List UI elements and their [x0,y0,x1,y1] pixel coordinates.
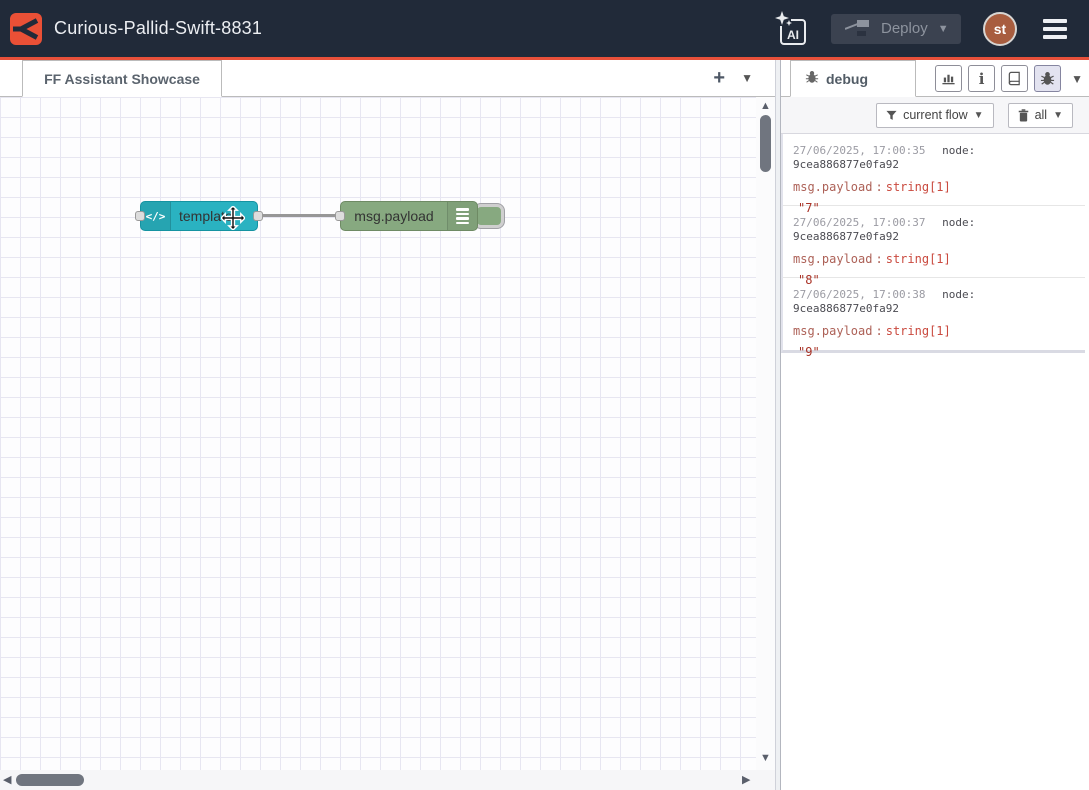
ai-assistant-button[interactable]: AI [773,10,809,48]
bug-icon [805,70,819,87]
user-avatar[interactable]: st [983,12,1017,46]
menu-bar-icon [1043,35,1067,39]
message-path: msg.payload [793,180,872,194]
template-input-port[interactable] [135,211,145,221]
info-icon: i [979,70,985,88]
flow-tab-label: FF Assistant Showcase [44,71,200,87]
scroll-up-icon[interactable]: ▲ [760,101,771,112]
deploy-icon [845,19,871,39]
header: Curious-Pallid-Swift-8831 AI [0,0,1089,57]
template-output-port[interactable] [253,211,263,221]
dashboard-chart-button[interactable] [935,65,962,92]
add-flow-button[interactable]: + [713,68,725,88]
node-debug[interactable]: msg.payload [340,201,478,231]
message-value: "9" [793,345,1075,359]
debug-clear-label: all [1035,108,1048,122]
message-type: string[1] [886,324,951,338]
menu-bar-icon [1043,27,1067,31]
sidebar-options-caret-icon[interactable]: ▼ [1071,72,1083,86]
editor-area: FF Assistant Showcase + ▼ </> template [0,60,775,790]
debug-list-icon [447,202,477,230]
funnel-icon [886,110,897,121]
node-red-editor: Curious-Pallid-Swift-8831 AI [0,0,1089,790]
scroll-left-icon[interactable]: ◀ [3,775,11,786]
sidebar-tab-debug[interactable]: debug [790,60,916,97]
debug-message: 27/06/2025, 17:00:38 node: 9cea886877e0f… [783,278,1085,350]
flowfuse-logo [10,13,42,45]
message-separator: : [875,324,882,338]
wire-template-to-debug[interactable] [257,214,343,217]
message-type: string[1] [886,180,951,194]
info-tab-button[interactable]: i [968,65,995,92]
canvas-horizontal-scrollbar[interactable]: ◀ ▶ [0,770,775,790]
book-icon [1007,71,1022,86]
debug-tab-button[interactable] [1034,65,1061,92]
clear-caret-icon: ▼ [1053,110,1063,121]
debug-filter-label: current flow [903,108,968,122]
message-timestamp: 27/06/2025, 17:00:37 [793,216,925,229]
sidebar-tab-debug-label: debug [826,71,868,87]
sidebar-tabbar: debug i [781,60,1089,97]
bar-chart-icon [941,71,956,86]
deploy-label: Deploy [881,20,928,37]
bug-icon [1040,71,1055,86]
debug-enable-toggle[interactable] [474,204,504,228]
flow-tabbar: FF Assistant Showcase + ▼ [0,60,775,97]
svg-text:AI: AI [787,28,799,42]
node-debug-label: msg.payload [341,208,447,224]
message-path: msg.payload [793,324,872,338]
menu-bar-icon [1043,19,1067,23]
message-separator: : [875,180,882,194]
vertical-scroll-thumb[interactable] [760,115,771,172]
message-path: msg.payload [793,252,872,266]
horizontal-scroll-thumb[interactable] [16,774,84,786]
debug-message-list: 27/06/2025, 17:00:35 node: 9cea886877e0f… [781,134,1085,353]
message-type: string[1] [886,252,951,266]
instance-title: Curious-Pallid-Swift-8831 [54,18,262,39]
message-timestamp: 27/06/2025, 17:00:35 [793,144,925,157]
scroll-down-icon[interactable]: ▼ [760,753,771,764]
filter-caret-icon: ▼ [974,110,984,121]
code-icon: </> [141,202,171,230]
debug-message: 27/06/2025, 17:00:35 node: 9cea886877e0f… [783,134,1085,206]
trash-icon [1018,109,1029,122]
message-timestamp: 27/06/2025, 17:00:38 [793,288,925,301]
sidebar: debug i [781,60,1089,790]
debug-message: 27/06/2025, 17:00:37 node: 9cea886877e0f… [783,206,1085,278]
message-separator: : [875,252,882,266]
main-menu-button[interactable] [1039,15,1071,43]
flow-tab-active[interactable]: FF Assistant Showcase [22,60,222,97]
debug-filter-button[interactable]: current flow ▼ [876,103,994,128]
help-tab-button[interactable] [1001,65,1028,92]
flow-canvas[interactable]: </> template msg.payload [0,97,756,770]
deploy-options-caret-icon[interactable]: ▼ [938,23,949,35]
debug-clear-button[interactable]: all ▼ [1008,103,1073,128]
move-cursor-icon [221,206,245,235]
flow-list-caret-icon[interactable]: ▼ [741,71,753,85]
debug-toolbar: current flow ▼ all ▼ [781,97,1089,134]
canvas-vertical-scrollbar[interactable]: ▲ ▼ [756,97,775,770]
scroll-right-icon[interactable]: ▶ [742,775,750,786]
deploy-button[interactable]: Deploy ▼ [831,14,961,44]
debug-input-port[interactable] [335,211,345,221]
